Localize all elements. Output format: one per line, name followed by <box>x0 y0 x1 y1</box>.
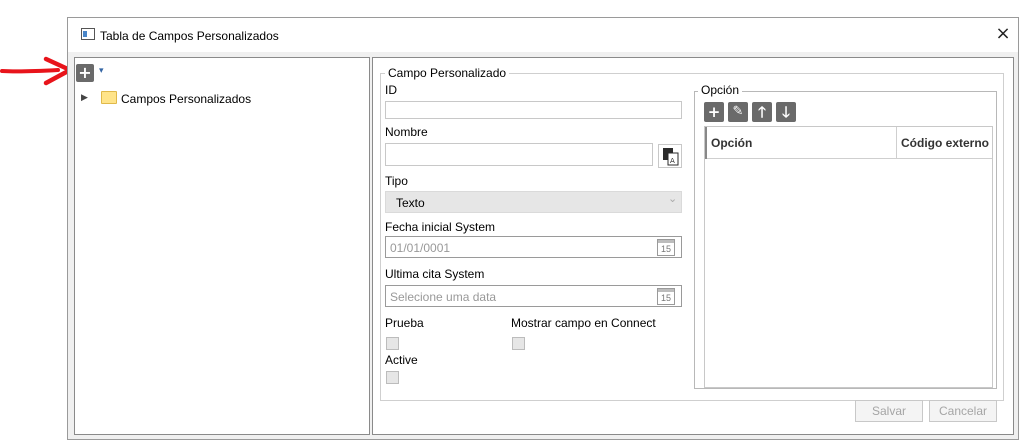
title-bar: Tabla de Campos Personalizados × <box>68 18 1018 52</box>
tipo-select[interactable]: Texto ⌄ <box>385 191 682 213</box>
prueba-checkbox[interactable] <box>386 337 399 350</box>
column-header-opcion[interactable]: Opción <box>705 127 897 159</box>
folder-icon <box>101 91 117 104</box>
edit-icon[interactable]: ✎ <box>728 102 748 122</box>
tree-item-label: Campos Personalizados <box>121 92 252 106</box>
save-button[interactable]: Salvar <box>855 400 923 422</box>
arrow-down-icon[interactable]: 🡓 <box>776 102 796 122</box>
calendar-icon[interactable]: 15 <box>657 288 675 305</box>
prueba-label: Prueba <box>385 316 424 330</box>
app-icon <box>81 28 95 40</box>
form-panel: Campo Personalizado ID Nombre A Tipo Tex… <box>372 57 1014 435</box>
id-label: ID <box>385 83 397 97</box>
nombre-field[interactable] <box>385 143 653 166</box>
active-label: Active <box>385 353 418 367</box>
svg-text:A: A <box>670 157 675 165</box>
campo-personalizado-title: Campo Personalizado <box>385 66 510 80</box>
expander-icon[interactable]: ▶ <box>81 92 88 103</box>
id-field[interactable] <box>385 101 682 119</box>
tipo-label: Tipo <box>385 174 408 188</box>
annotation-arrow <box>0 56 73 86</box>
mostrar-connect-checkbox[interactable] <box>512 337 525 350</box>
tree-item-campos-personalizados[interactable]: ▶ Campos Personalizados <box>81 90 281 108</box>
nombre-label: Nombre <box>385 125 428 139</box>
fecha-inicial-field[interactable]: 01/01/0001 <box>385 236 682 258</box>
calendar-icon[interactable]: 15 <box>657 239 675 256</box>
translate-icon[interactable]: A <box>658 144 682 168</box>
chevron-down-icon[interactable]: ▾ <box>99 65 104 76</box>
ultima-cita-placeholder: Selecione uma data <box>390 290 497 304</box>
opcion-title: Opción <box>698 83 743 97</box>
column-header-codigo-externo[interactable]: Código externo <box>897 127 992 159</box>
tree-panel: + ▾ ▶ Campos Personalizados <box>74 57 370 435</box>
add-icon[interactable]: + <box>76 64 94 82</box>
opcion-table: Opción Código externo <box>704 126 993 388</box>
window-title: Tabla de Campos Personalizados <box>100 29 279 43</box>
dialog-window: Tabla de Campos Personalizados × + ▾ ▶ C… <box>67 17 1019 440</box>
cancel-button[interactable]: Cancelar <box>929 400 997 422</box>
active-checkbox[interactable] <box>386 371 399 384</box>
add-option-button[interactable]: + <box>704 102 724 122</box>
mostrar-connect-label: Mostrar campo en Connect <box>511 316 656 330</box>
chevron-down-icon: ⌄ <box>668 192 678 205</box>
ultima-cita-field[interactable]: Selecione uma data <box>385 285 682 307</box>
fecha-inicial-value: 01/01/0001 <box>390 241 451 255</box>
close-icon[interactable]: × <box>991 23 1015 47</box>
ultima-cita-label: Ultima cita System <box>385 267 485 281</box>
tipo-value: Texto <box>396 196 425 210</box>
arrow-up-icon[interactable]: 🡑 <box>752 102 772 122</box>
table-header: Opción Código externo <box>705 127 992 159</box>
fecha-inicial-label: Fecha inicial System <box>385 220 496 234</box>
